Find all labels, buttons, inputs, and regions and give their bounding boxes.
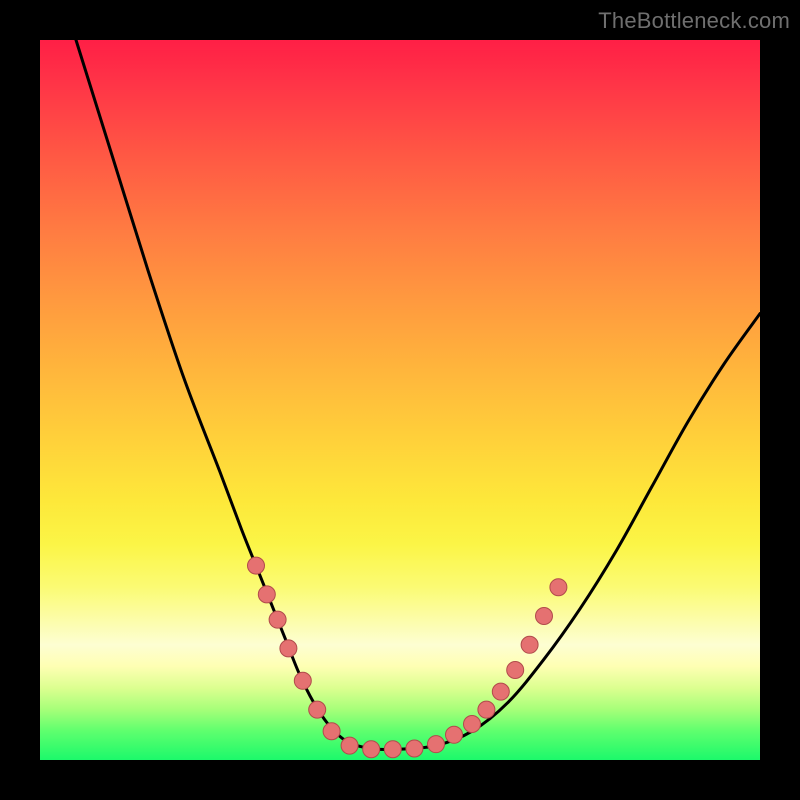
data-marker: [446, 726, 463, 743]
data-marker: [521, 636, 538, 653]
data-marker: [280, 640, 297, 657]
data-marker: [269, 611, 286, 628]
data-marker: [258, 586, 275, 603]
watermark-text: TheBottleneck.com: [598, 8, 790, 34]
curve-layer: [76, 40, 760, 750]
data-marker: [536, 608, 553, 625]
data-marker: [550, 579, 567, 596]
data-marker: [309, 701, 326, 718]
chart-svg: [40, 40, 760, 760]
data-marker: [363, 741, 380, 758]
data-marker: [406, 740, 423, 757]
data-marker: [428, 736, 445, 753]
data-marker: [384, 741, 401, 758]
data-marker: [294, 672, 311, 689]
data-marker: [507, 662, 524, 679]
data-marker: [323, 723, 340, 740]
plot-area: [40, 40, 760, 760]
data-marker: [492, 683, 509, 700]
data-marker: [248, 557, 265, 574]
bottleneck-curve: [76, 40, 760, 750]
chart-frame: TheBottleneck.com: [0, 0, 800, 800]
data-marker: [478, 701, 495, 718]
data-marker: [464, 716, 481, 733]
data-marker: [341, 737, 358, 754]
marker-layer: [248, 557, 567, 758]
